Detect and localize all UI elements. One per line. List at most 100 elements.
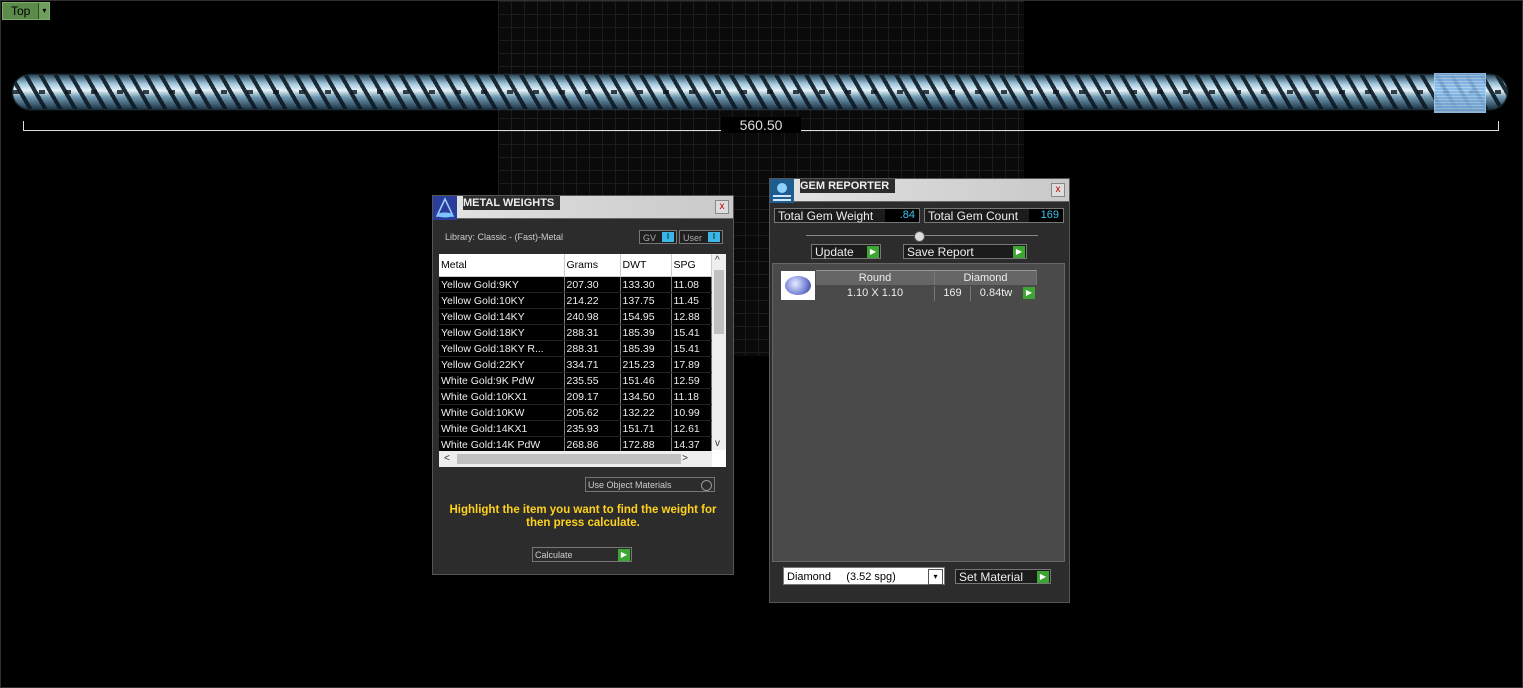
table-row[interactable]: White Gold:14KX1 235.93 151.71 12.61: [439, 420, 712, 437]
metal-weights-titlebar[interactable]: METAL WEIGHTS x: [433, 196, 733, 220]
gem-reporter-panel: GEM REPORTER x Total Gem Weight .84 Tota…: [769, 178, 1070, 603]
total-gem-count: Total Gem Count 169: [924, 208, 1064, 223]
scroll-thumb[interactable]: [714, 270, 724, 334]
table-cell: 209.17: [564, 388, 621, 405]
total-gem-weight-label: Total Gem Weight: [778, 209, 874, 223]
table-cell: 11.18: [671, 388, 712, 405]
table-cell: 11.45: [671, 292, 712, 309]
table-cell: 214.22: [564, 292, 621, 309]
table-cell: 288.31: [564, 340, 621, 357]
close-icon[interactable]: x: [1051, 183, 1065, 197]
table-row[interactable]: White Gold:9K PdW 235.55 151.46 12.59: [439, 372, 712, 389]
scroll-down-icon[interactable]: v: [715, 438, 720, 449]
table-cell: 10.99: [671, 404, 712, 421]
table-cell: 154.95: [620, 308, 672, 325]
metal-weights-title: METAL WEIGHTS: [463, 196, 561, 210]
gem-reporter-titlebar[interactable]: GEM REPORTER x: [770, 179, 1069, 203]
radio-icon: [701, 480, 712, 491]
table-cell: 207.30: [564, 276, 621, 293]
play-icon[interactable]: ▶: [1023, 287, 1035, 299]
total-gem-weight: Total Gem Weight .84: [774, 208, 920, 223]
table-cell: 137.75: [620, 292, 672, 309]
table-cell: 11.08: [671, 276, 712, 293]
table-cell: 134.50: [620, 388, 672, 405]
table-cell: White Gold:14KX1: [439, 420, 565, 437]
horizontal-scrollbar[interactable]: < >: [439, 451, 712, 467]
clasp-selection[interactable]: [1434, 73, 1486, 113]
column-header[interactable]: DWT: [620, 254, 672, 277]
set-material-label: Set Material: [959, 570, 1024, 584]
view-dropdown-icon[interactable]: ▾: [38, 3, 50, 19]
user-toggle[interactable]: User I: [679, 230, 723, 244]
update-button[interactable]: Update ▶: [811, 244, 881, 259]
table-header-row: Metal Grams DWT SPG: [439, 254, 712, 277]
viewport-top[interactable]: Top ▾ 560.50: [0, 0, 1523, 688]
column-header[interactable]: Grams: [564, 254, 621, 277]
calculate-button[interactable]: Calculate ▶: [532, 547, 632, 562]
use-object-materials-checkbox[interactable]: Use Object Materials: [585, 477, 715, 492]
total-gem-weight-value: .84: [885, 209, 919, 222]
column-header[interactable]: Metal: [439, 254, 565, 277]
table-cell: 15.41: [671, 340, 712, 357]
scroll-left-icon[interactable]: <: [444, 453, 450, 464]
table-row[interactable]: Yellow Gold:18KY R... 288.31 185.39 15.41: [439, 340, 712, 357]
table-row[interactable]: White Gold:10KW 205.62 132.22 10.99: [439, 404, 712, 421]
table-cell: 15.41: [671, 324, 712, 341]
table-row[interactable]: Yellow Gold:22KY 334.71 215.23 17.89: [439, 356, 712, 373]
gem-size: 1.10 X 1.10: [816, 286, 935, 301]
table-cell: 151.46: [620, 372, 672, 389]
table-row[interactable]: Yellow Gold:18KY 288.31 185.39 15.41: [439, 324, 712, 341]
total-gem-count-label: Total Gem Count: [928, 209, 1019, 223]
chain-model[interactable]: [13, 75, 1507, 109]
gem-weight: 0.84tw: [979, 287, 1013, 299]
close-icon[interactable]: x: [715, 200, 729, 214]
table-cell: 132.22: [620, 404, 672, 421]
column-header[interactable]: SPG: [671, 254, 712, 277]
table-row[interactable]: Yellow Gold:9KY 207.30 133.30 11.08: [439, 276, 712, 293]
table-cell: 133.30: [620, 276, 672, 293]
slider-knob[interactable]: [914, 231, 925, 242]
view-selector[interactable]: Top ▾: [2, 2, 51, 20]
table-cell: White Gold:10KX1: [439, 388, 565, 405]
instruction-text: Highlight the item you want to find the …: [449, 504, 717, 529]
scroll-thumb[interactable]: [457, 454, 681, 464]
table-row[interactable]: White Gold:10KX1 209.17 134.50 11.18: [439, 388, 712, 405]
use-object-materials-label: Use Object Materials: [588, 480, 672, 490]
library-label: Library: Classic - (Fast)-Metal: [445, 232, 564, 242]
table-cell: Yellow Gold:22KY: [439, 356, 565, 373]
play-icon: ▶: [1013, 246, 1025, 258]
save-report-button[interactable]: Save Report ▶: [903, 244, 1027, 259]
material-select[interactable]: Diamond (3.52 spg) ▾: [783, 567, 945, 585]
panel-slider[interactable]: [806, 231, 1038, 242]
table-cell: 235.55: [564, 372, 621, 389]
table-row[interactable]: Yellow Gold:14KY 240.98 154.95 12.88: [439, 308, 712, 325]
gv-toggle-knob: I: [662, 232, 674, 242]
metal-weights-icon: [433, 196, 457, 220]
user-toggle-label: User: [683, 233, 703, 243]
table-cell: 334.71: [564, 356, 621, 373]
update-label: Update: [815, 245, 854, 259]
scroll-up-icon[interactable]: ^: [715, 255, 720, 266]
table-cell: 205.62: [564, 404, 621, 421]
gem-thumbnail[interactable]: [781, 271, 815, 300]
set-material-button[interactable]: Set Material ▶: [955, 569, 1051, 584]
table-cell: Yellow Gold:18KY R...: [439, 340, 565, 357]
table-cell: White Gold:9K PdW: [439, 372, 565, 389]
scroll-right-icon[interactable]: >: [682, 453, 688, 464]
table-cell: 215.23: [620, 356, 672, 373]
gem-shape: Round: [816, 270, 935, 285]
gem-list[interactable]: Round Diamond 1.10 X 1.10 169 0.84tw ▶: [772, 263, 1065, 562]
table-row[interactable]: Yellow Gold:10KY 214.22 137.75 11.45: [439, 292, 712, 309]
metal-table[interactable]: Metal Grams DWT SPG Yellow Gold:9KY 207.3…: [439, 254, 726, 467]
chevron-down-icon[interactable]: ▾: [928, 569, 943, 585]
table-cell: 288.31: [564, 324, 621, 341]
play-icon: ▶: [618, 549, 630, 561]
vertical-scrollbar[interactable]: ^ v: [712, 254, 726, 450]
calculate-label: Calculate: [535, 550, 573, 560]
total-gem-count-value: 169: [1029, 209, 1063, 222]
table-cell: White Gold:10KW: [439, 404, 565, 421]
table-cell: 151.71: [620, 420, 672, 437]
table-cell: 12.61: [671, 420, 712, 437]
gv-toggle[interactable]: GV I: [639, 230, 677, 244]
table-cell: 17.89: [671, 356, 712, 373]
